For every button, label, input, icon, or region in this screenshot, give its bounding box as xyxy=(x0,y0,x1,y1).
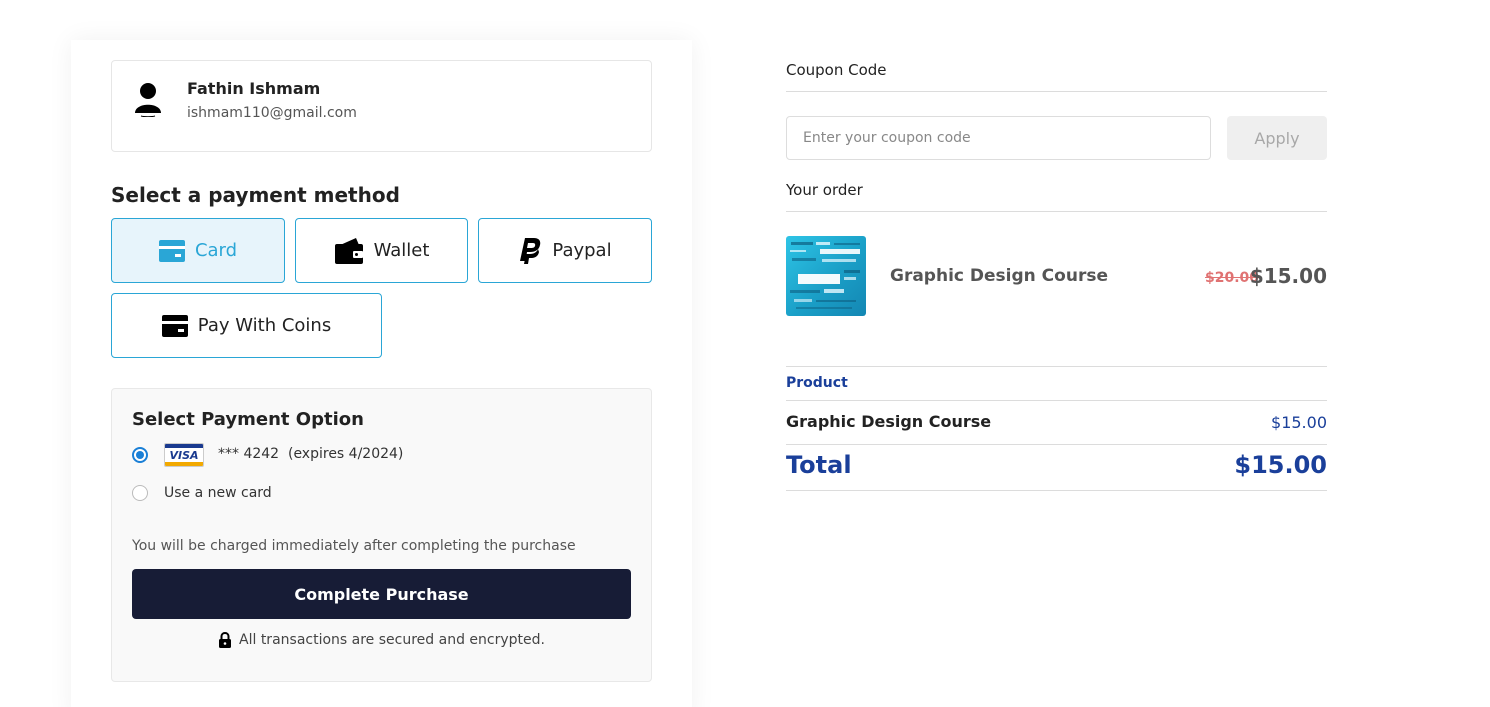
complete-purchase-button[interactable]: Complete Purchase xyxy=(132,569,631,619)
summary-bottom-divider xyxy=(786,490,1327,491)
payment-method-card[interactable]: Card xyxy=(111,218,285,283)
visa-logo-icon: VISA xyxy=(164,443,204,467)
course-thumbnail-art xyxy=(790,242,860,309)
coupon-input[interactable] xyxy=(786,116,1211,160)
user-avatar-icon xyxy=(135,83,161,117)
summary-top-divider xyxy=(786,366,1327,367)
summary-row-divider xyxy=(786,444,1327,445)
new-card-radio[interactable] xyxy=(132,485,148,501)
secure-note: All transactions are secured and encrypt… xyxy=(112,632,651,648)
lock-icon xyxy=(219,632,232,648)
payment-method-coins[interactable]: Pay With Coins xyxy=(111,293,382,358)
order-course-name: Graphic Design Course xyxy=(890,266,1108,286)
coupon-divider xyxy=(786,91,1327,92)
payment-panel: Fathin Ishmam ishmam110@gmail.com Select… xyxy=(71,40,692,707)
order-divider xyxy=(786,211,1327,212)
payment-method-wallet-label: Wallet xyxy=(373,240,430,261)
user-email: ishmam110@gmail.com xyxy=(187,105,357,121)
checkout-page: Fathin Ishmam ishmam110@gmail.com Select… xyxy=(0,0,1490,707)
new-card-label[interactable]: Use a new card xyxy=(164,485,272,501)
wallet-icon xyxy=(334,237,363,264)
coupon-label: Coupon Code xyxy=(786,61,887,79)
summary-row-price: $15.00 xyxy=(1271,413,1327,432)
total-value: $15.00 xyxy=(1234,451,1327,479)
user-card: Fathin Ishmam ishmam110@gmail.com xyxy=(111,60,652,152)
course-thumbnail xyxy=(786,236,866,316)
payment-method-card-label: Card xyxy=(194,240,238,261)
apply-coupon-button[interactable]: Apply xyxy=(1227,116,1327,160)
charge-note: You will be charged immediately after co… xyxy=(132,538,576,554)
your-order-title: Your order xyxy=(786,181,863,199)
saved-card-radio[interactable] xyxy=(132,447,148,463)
payment-method-paypal[interactable]: Paypal xyxy=(478,218,652,283)
payment-method-coins-label: Pay With Coins xyxy=(197,315,332,336)
credit-card-icon xyxy=(158,239,185,262)
summary-header-divider xyxy=(786,400,1327,401)
payment-option-box: Select Payment Option VISA *** 4242 (exp… xyxy=(111,388,652,682)
payment-option-title: Select Payment Option xyxy=(132,409,364,430)
payment-method-paypal-label: Paypal xyxy=(552,240,612,261)
paypal-icon xyxy=(520,237,541,264)
saved-card-info[interactable]: *** 4242 (expires 4/2024) xyxy=(218,446,403,462)
summary-product-header: Product xyxy=(786,375,848,391)
user-name: Fathin Ishmam xyxy=(187,79,321,98)
summary-row-name: Graphic Design Course xyxy=(786,412,992,431)
payment-method-title: Select a payment method xyxy=(111,183,400,207)
total-label: Total xyxy=(786,451,852,479)
order-new-price: $15.00 xyxy=(1249,264,1327,288)
secure-note-text: All transactions are secured and encrypt… xyxy=(239,632,545,648)
coins-card-icon xyxy=(161,314,188,337)
payment-method-wallet[interactable]: Wallet xyxy=(295,218,468,283)
